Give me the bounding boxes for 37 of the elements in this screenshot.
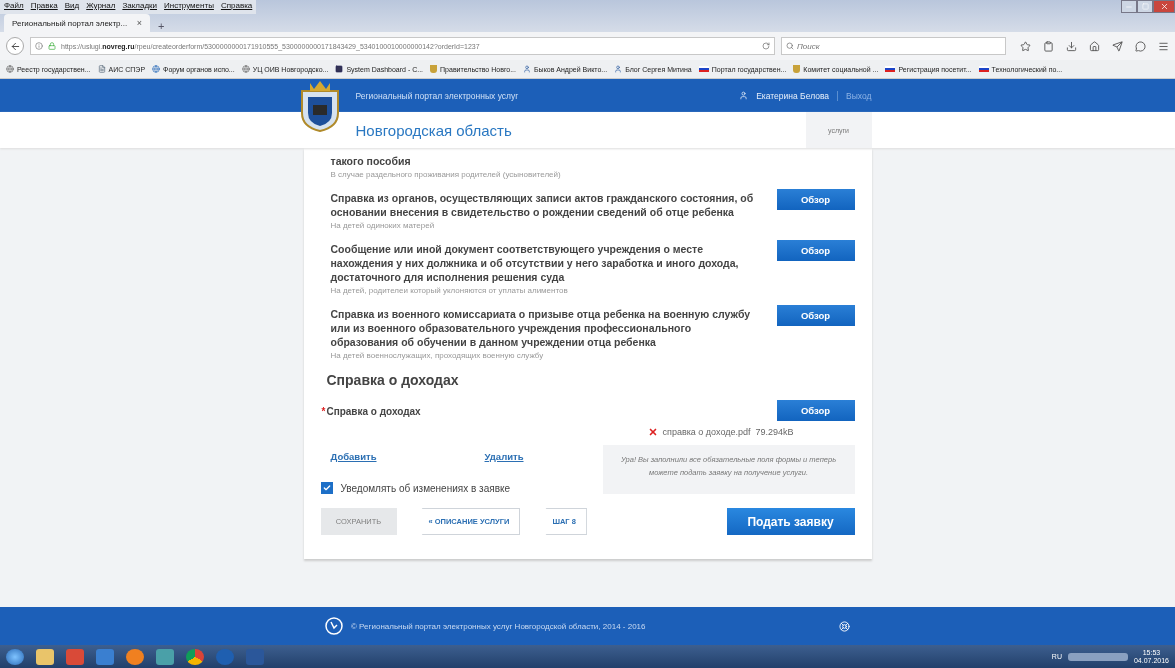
browse-button[interactable]: Обзор xyxy=(776,305,855,326)
tab-title: Региональный портал электр... xyxy=(12,18,129,28)
menu-item[interactable]: Правка xyxy=(30,1,58,13)
checkbox-label: Уведомлять об изменениях в заявке xyxy=(340,482,510,494)
document-title: Сообщение или иной документ соответствующего учреждения о месте нахождения у них должника и об отсутствии у него заработка и иного дохода, достаточного для исполнения решения суда xyxy=(330,242,740,284)
menu-item[interactable]: Файл xyxy=(4,1,24,13)
field-label: *Справка о доходах xyxy=(321,406,421,417)
browse-button[interactable]: Обзор xyxy=(776,400,855,421)
browser-tab[interactable]: Региональный портал электр... × xyxy=(4,14,150,32)
new-tab-button[interactable]: + xyxy=(154,20,169,32)
document-note: На детей, родителеи который уклоняются от уплаты алиментов xyxy=(330,286,569,295)
menu-item[interactable]: Инструменты xyxy=(164,1,214,13)
menu-item[interactable]: Закладки xyxy=(122,1,157,13)
document-note: На детей одиноких матерей xyxy=(330,221,436,230)
document-note: На детей военнослужащих, проходящих военную службу xyxy=(330,351,545,360)
document-title: Справка из органов, осуществляющих записи актов гражданского состояния, об основании внесения в свидетельство о рождении сведений об отце ребенка xyxy=(330,191,755,219)
browse-button[interactable]: Обзор xyxy=(776,240,855,261)
file-size: 79.294kB xyxy=(755,427,794,437)
region-title: Новгородская область xyxy=(355,121,512,139)
browse-button[interactable]: Обзор xyxy=(776,189,855,210)
portal-name: Региональный портал электронных услуг xyxy=(355,90,519,101)
action-link[interactable]: Добавить xyxy=(330,451,377,462)
search-input[interactable]: Поиск xyxy=(797,41,1001,51)
footer-copyright: © Региональный портал электронных услуг Новгородской области, 2014 - 2016 xyxy=(351,621,647,631)
menu-item[interactable]: Вид xyxy=(64,1,80,13)
action-link[interactable]: Удалить xyxy=(484,451,524,462)
document-title: Справка из военного комиссариата о призыве отца ребенка на военную службу или из военного образовательного учреждения профессионального образования об обучении в данном учреждении отца ребенка xyxy=(330,307,752,349)
document-note: В случае раздельного проживания родителей (усыновителей) xyxy=(330,170,562,179)
menu-item[interactable]: Журнал xyxy=(86,1,116,13)
tab-close-button[interactable]: × xyxy=(136,18,142,28)
user-name[interactable]: Екатерина Белова xyxy=(756,90,830,101)
search-field[interactable]: Поиск xyxy=(781,37,1006,55)
file-name: справка о доходе.pdf xyxy=(662,427,751,437)
menu-item[interactable]: Справка xyxy=(220,1,253,13)
submit-button[interactable]: Подать заявку xyxy=(726,508,855,535)
section-heading: Справка о доходах xyxy=(326,372,460,388)
document-title: такого пособия xyxy=(330,154,412,168)
